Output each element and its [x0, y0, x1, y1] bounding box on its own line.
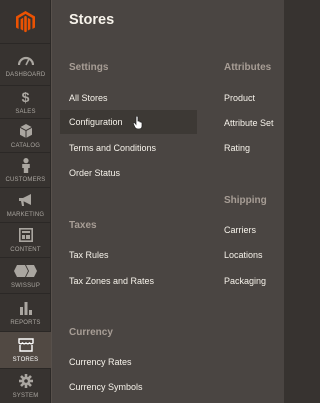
link-terms-and-conditions[interactable]: Terms and Conditions — [69, 143, 156, 153]
layout-icon — [18, 227, 34, 243]
sidebar-item-label: SALES — [15, 109, 36, 115]
section-title-shipping: Shipping — [224, 195, 267, 206]
magento-logo[interactable] — [0, 0, 51, 43]
link-currency-symbols[interactable]: Currency Symbols — [69, 382, 143, 392]
sidebar-item-label: CUSTOMERS — [5, 177, 46, 183]
mouse-cursor-icon — [132, 115, 143, 129]
sidebar-item-catalog[interactable]: CATALOG — [0, 118, 51, 152]
sidebar-item-reports[interactable]: REPORTS — [0, 293, 51, 331]
sidebar-item-label: MARKETING — [6, 212, 45, 218]
sidebar-item-swissup[interactable]: SWISSUP — [0, 257, 51, 293]
swissup-icon — [12, 263, 40, 279]
link-currency-rates[interactable]: Currency Rates — [69, 357, 132, 367]
sidebar-item-label: DASHBOARD — [5, 71, 46, 78]
cube-icon — [18, 123, 34, 139]
link-order-status[interactable]: Order Status — [69, 168, 120, 178]
sidebar-item-label: SWISSUP — [10, 282, 41, 289]
sidebar-item-label: CATALOG — [10, 142, 41, 149]
sidebar-item-marketing[interactable]: MARKETING — [0, 187, 51, 222]
storefront-icon — [17, 337, 34, 353]
section-title-taxes: Taxes — [69, 220, 97, 231]
sidebar-item-dashboard[interactable]: DASHBOARD — [0, 43, 51, 85]
section-title-settings: Settings — [69, 62, 109, 73]
section-title-attributes: Attributes — [224, 62, 272, 73]
sidebar-item-label: CONTENT — [10, 247, 41, 253]
link-carriers[interactable]: Carriers — [224, 225, 256, 235]
admin-sidebar: DASHBOARD $ SALES CATALOG CUSTOMERS MARK… — [0, 0, 51, 403]
sidebar-item-label: REPORTS — [10, 319, 41, 326]
magento-logo-icon — [16, 10, 35, 32]
panel-title: Stores — [69, 12, 115, 28]
sidebar-item-stores[interactable]: STORES — [0, 331, 51, 368]
gear-icon — [18, 373, 34, 389]
link-packaging[interactable]: Packaging — [224, 276, 266, 286]
sidebar-item-content[interactable]: CONTENT — [0, 222, 51, 257]
link-all-stores[interactable]: All Stores — [69, 93, 108, 103]
section-title-currency: Currency — [69, 327, 113, 338]
sidebar-item-label: SYSTEM — [12, 393, 39, 399]
dollar-icon: $ — [21, 89, 30, 105]
megaphone-icon — [18, 192, 34, 208]
link-configuration[interactable]: Configuration — [60, 110, 197, 134]
sidebar-item-customers[interactable]: CUSTOMERS — [0, 152, 51, 187]
link-attribute-set[interactable]: Attribute Set — [224, 118, 274, 128]
link-locations[interactable]: Locations — [224, 250, 263, 260]
sidebar-item-label: STORES — [12, 357, 39, 363]
link-tax-zones-and-rates[interactable]: Tax Zones and Rates — [69, 276, 154, 286]
stores-flyout-panel: Stores Settings All Stores Configuration… — [51, 0, 284, 403]
dashboard-icon — [17, 52, 34, 68]
link-label: Configuration — [69, 117, 123, 127]
sidebar-item-sales[interactable]: $ SALES — [0, 85, 51, 118]
person-icon — [18, 157, 34, 173]
sidebar-item-system[interactable]: SYSTEM — [0, 368, 51, 403]
bar-chart-icon — [18, 300, 34, 316]
link-tax-rules[interactable]: Tax Rules — [69, 250, 109, 260]
link-rating[interactable]: Rating — [224, 143, 250, 153]
link-product[interactable]: Product — [224, 93, 255, 103]
